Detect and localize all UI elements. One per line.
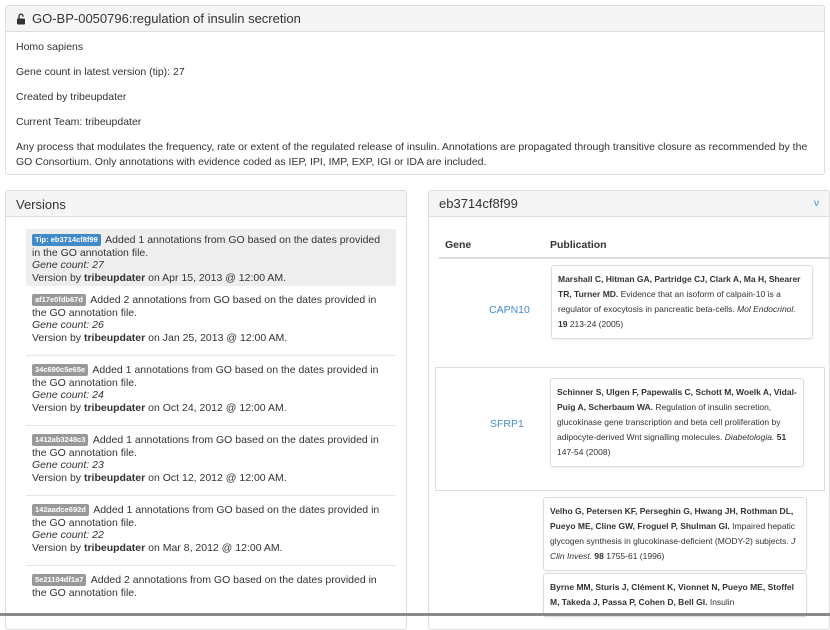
version-gene-count: Gene count: 23 xyxy=(32,459,104,471)
publication-card: Schinner S, Ulgen F, Papewalis C, Schott… xyxy=(550,378,804,467)
version-item[interactable]: af17e0fdb67d Added 2 annotations from GO… xyxy=(26,286,396,356)
page-title: GO-BP-0050796:regulation of insulin secr… xyxy=(32,11,301,26)
version-date: on Oct 12, 2012 @ 12:00 AM. xyxy=(145,471,287,484)
term-description: Any process that modulates the frequency… xyxy=(16,141,808,168)
version-user: tribeupdater xyxy=(83,471,146,484)
publication-card: Marshall C, Hitman GA, Partridge CJ, Cla… xyxy=(551,265,813,339)
version-tag[interactable]: Tip: eb3714cf8f99 xyxy=(32,234,101,246)
created-by: Created by tribeupdater xyxy=(16,91,127,103)
version-tag[interactable]: af17e0fdb67d xyxy=(32,294,86,306)
gene-table-header: Gene Publication xyxy=(439,231,829,259)
pub-pages: 147-54 (2008) xyxy=(557,447,611,457)
version-item[interactable]: 5e21194df1a7 Added 2 annotations from GO… xyxy=(26,566,396,629)
version-item[interactable]: 1412ab3248c3 Added 1 annotations from GO… xyxy=(26,426,396,496)
annotations-header: eb3714cf8f99 ν xyxy=(429,191,829,217)
version-user: tribeupdater xyxy=(83,401,146,414)
version-date: on Jan 25, 2013 @ 12:00 AM. xyxy=(145,331,288,344)
version-date: on Oct 24, 2012 @ 12:00 AM. xyxy=(145,401,287,414)
version-item[interactable]: 34c690c5e65e Added 1 annotations from GO… xyxy=(26,356,396,426)
versions-list: Tip: eb3714cf8f99 Added 1 annotations fr… xyxy=(6,217,406,629)
version-gene-count: Gene count: 22 xyxy=(32,529,104,541)
version-by-label: Version by xyxy=(32,271,84,284)
species: Homo sapiens xyxy=(16,41,84,53)
pub-title: Insulin xyxy=(707,597,735,607)
versions-panel: Versions Tip: eb3714cf8f99 Added 1 annot… xyxy=(5,190,407,630)
version-tag[interactable]: 34c690c5e65e xyxy=(32,364,89,376)
table-row: SFRP1 Schinner S, Ulgen F, Papewalis C, … xyxy=(435,367,825,491)
version-user: tribeupdater xyxy=(83,541,146,554)
pub-journal: Mol Endocrinol. xyxy=(737,304,796,314)
version-by-label: Version by xyxy=(32,471,84,484)
pub-volume: 98 xyxy=(592,551,604,561)
pub-pages: 213-24 (2005) xyxy=(567,319,624,329)
pub-volume: 51 xyxy=(774,432,787,442)
version-date: on Apr 15, 2013 @ 12:00 AM. xyxy=(145,271,287,284)
versions-title: Versions xyxy=(6,191,406,217)
col-gene: Gene xyxy=(445,239,472,251)
expand-link[interactable]: ν xyxy=(814,198,819,209)
pub-pages: 1755-61 (1996) xyxy=(603,551,665,561)
table-row: Velho G, Petersen KF, Perseghin G, Hwang… xyxy=(435,489,823,629)
version-date: on Mar 8, 2012 @ 12:00 AM. xyxy=(145,541,283,554)
version-user: tribeupdater xyxy=(83,331,146,344)
version-tag[interactable]: 1412ab3248c3 xyxy=(32,434,89,446)
unlock-icon[interactable] xyxy=(16,13,26,25)
pub-journal: Diabetologia. xyxy=(724,432,775,442)
current-team: Current Team: tribeupdater xyxy=(16,116,142,128)
publication-card: Byrne MM, Sturis J, Clément K, Vionnet N… xyxy=(543,573,807,617)
term-header: GO-BP-0050796:regulation of insulin secr… xyxy=(6,6,824,32)
version-item[interactable]: 142aadce692d Added 1 annotations from GO… xyxy=(26,496,396,566)
version-hash-title: eb3714cf8f99 xyxy=(439,196,518,211)
publication-card: Velho G, Petersen KF, Perseghin G, Hwang… xyxy=(543,497,807,571)
version-gene-count: Gene count: 24 xyxy=(32,389,104,401)
version-tag[interactable]: 142aadce692d xyxy=(32,504,89,516)
gene-link[interactable]: CAPN10 xyxy=(489,304,530,316)
version-item[interactable]: Tip: eb3714cf8f99 Added 1 annotations fr… xyxy=(26,229,396,286)
version-by-label: Version by xyxy=(32,541,84,554)
annotations-panel: eb3714cf8f99 ν Gene Publication CAPN10 M… xyxy=(428,190,830,630)
version-gene-count: Gene count: 27 xyxy=(32,259,104,271)
gene-link[interactable]: SFRP1 xyxy=(490,418,524,430)
gene-count: Gene count in latest version (tip): 27 xyxy=(16,66,185,78)
term-panel: GO-BP-0050796:regulation of insulin secr… xyxy=(5,5,825,175)
pub-authors: Byrne MM, Sturis J, Clément K, Vionnet N… xyxy=(550,582,795,607)
col-publication: Publication xyxy=(550,239,607,251)
version-gene-count: Gene count: 26 xyxy=(32,319,104,331)
table-row: CAPN10 Marshall C, Hitman GA, Partridge … xyxy=(439,259,829,355)
version-user: tribeupdater xyxy=(83,271,146,284)
version-tag[interactable]: 5e21194df1a7 xyxy=(32,574,87,586)
version-by-label: Version by xyxy=(32,401,84,414)
version-by-label: Version by xyxy=(32,331,84,344)
